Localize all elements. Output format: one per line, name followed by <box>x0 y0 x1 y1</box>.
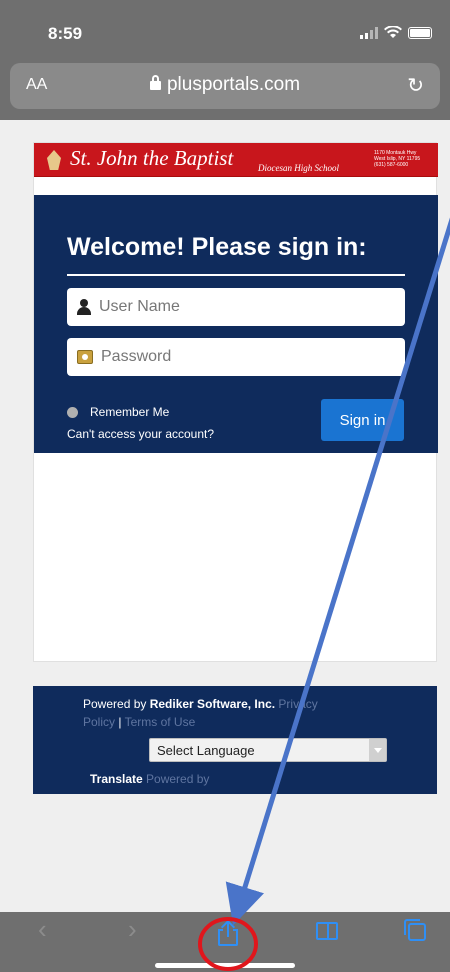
translate-label: Translate <box>90 772 143 786</box>
powered-by-text: Powered by Rediker Software, Inc. Privac… <box>83 695 393 731</box>
login-card: St. John the Baptist Diocesan High Schoo… <box>33 142 438 662</box>
terms-link[interactable]: Terms of Use <box>125 715 196 729</box>
status-icons <box>360 26 432 39</box>
tabs-icon <box>404 919 426 941</box>
share-button[interactable] <box>218 919 238 946</box>
lock-icon <box>149 75 161 90</box>
username-placeholder: User Name <box>99 298 180 315</box>
crest-icon <box>47 150 61 170</box>
back-icon[interactable]: ‹ <box>38 914 47 945</box>
privacy-link-part2[interactable]: Policy <box>83 715 115 729</box>
footer-separator: | <box>115 715 125 729</box>
translate-powered-by: Powered by <box>142 772 210 786</box>
battery-icon <box>408 26 432 39</box>
company-link[interactable]: Rediker Software, Inc. <box>150 697 275 711</box>
url-field[interactable]: plusportals.com <box>10 74 440 96</box>
cant-access-link[interactable]: Can't access your account? <box>67 427 214 441</box>
share-icon <box>218 919 238 946</box>
user-icon <box>77 299 91 315</box>
language-select[interactable]: Select Language <box>149 738 387 762</box>
school-banner: St. John the Baptist Diocesan High Schoo… <box>34 143 438 177</box>
remember-me-toggle[interactable] <box>67 406 78 418</box>
translate-credit: Translate Powered by <box>90 772 209 786</box>
password-icon <box>77 350 93 364</box>
school-name: St. John the Baptist <box>70 146 234 170</box>
school-subtitle: Diocesan High School <box>258 163 339 173</box>
remember-me-label: Remember Me <box>90 405 170 419</box>
login-title: Welcome! Please sign in: <box>67 233 367 261</box>
school-address: 1170 Montauk Hwy West Islip, NY 11795 (6… <box>374 150 420 168</box>
signal-icon <box>360 26 378 39</box>
password-field[interactable]: Password <box>67 338 405 376</box>
privacy-link-part1[interactable]: Privacy <box>275 697 317 711</box>
browser-top-bar: 8:59 AA plusportals.com ↻ <box>0 0 450 120</box>
bookmarks-button[interactable] <box>316 922 338 940</box>
username-field[interactable]: User Name <box>67 288 405 326</box>
reload-icon[interactable]: ↻ <box>407 73 424 98</box>
bookmarks-icon <box>316 922 338 940</box>
title-divider <box>67 274 405 276</box>
home-indicator <box>155 963 295 968</box>
browser-bottom-toolbar: ‹ › <box>0 912 450 972</box>
address-line: (631) 587-6000 <box>374 162 409 168</box>
powered-by-prefix: Powered by <box>83 697 150 711</box>
language-select-value: Select Language <box>157 742 255 758</box>
toolbar-row: ‹ › <box>0 912 450 956</box>
status-time: 8:59 <box>48 24 83 43</box>
login-panel: Welcome! Please sign in: User Name Passw… <box>34 195 438 453</box>
chevron-down-icon <box>369 739 386 761</box>
address-bar[interactable]: AA plusportals.com ↻ <box>10 63 440 109</box>
forward-icon[interactable]: › <box>128 914 137 945</box>
wifi-icon <box>384 26 402 38</box>
remember-me-checkbox[interactable]: Remember Me <box>67 405 169 419</box>
page-footer: Powered by Rediker Software, Inc. Privac… <box>33 686 437 794</box>
url-text: plusportals.com <box>166 74 301 95</box>
password-placeholder: Password <box>101 348 172 365</box>
sign-in-button[interactable]: Sign in <box>321 399 404 441</box>
tabs-button[interactable] <box>404 919 426 941</box>
